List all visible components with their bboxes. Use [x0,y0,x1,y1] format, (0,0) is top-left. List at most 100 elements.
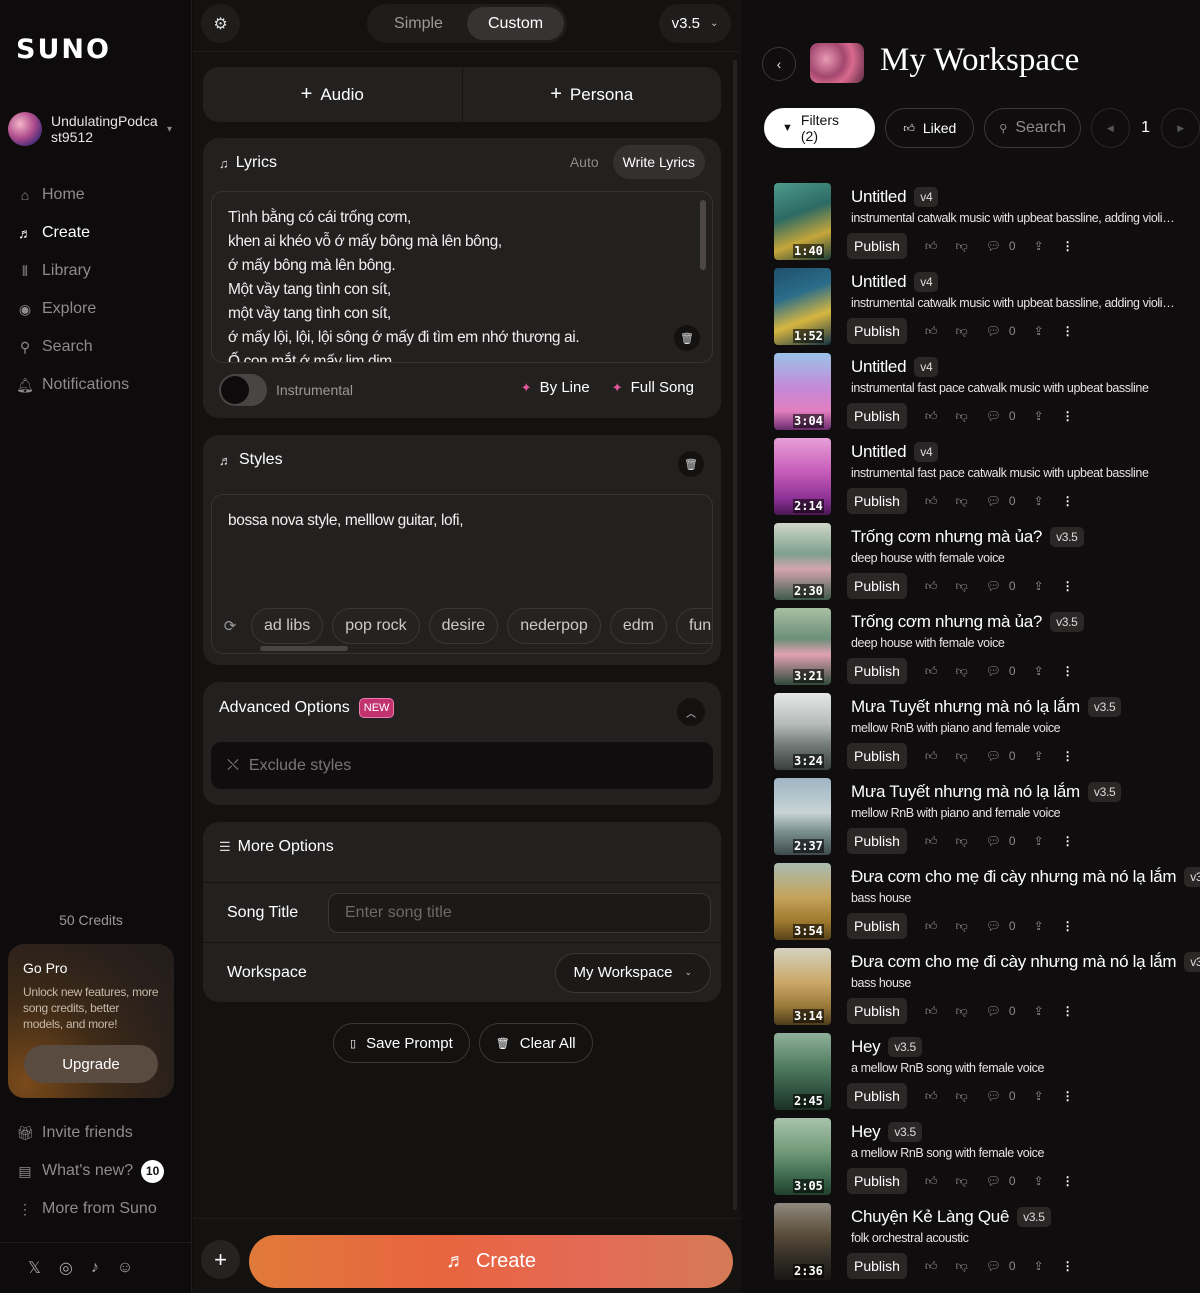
upgrade-button[interactable]: Upgrade [24,1045,158,1083]
song-row[interactable]: 2:37 Mưa Tuyết nhưng mà nó lạ lắm v3.5 mell… [774,778,1194,863]
publish-button[interactable]: Publish [847,573,907,599]
publish-button[interactable]: Publish [847,658,907,684]
comment-icon[interactable]: 💬︎ [986,1004,1001,1018]
song-title[interactable]: Mưa Tuyết nhưng mà nó lạ lắm v3.5 [851,782,1122,802]
trash-icon[interactable]: 🗑︎ [674,325,700,351]
comment-icon[interactable]: 💬︎ [986,1089,1001,1103]
add-persona-button[interactable]: + Persona [461,67,722,122]
style-tag[interactable]: ad libs [251,608,324,644]
add-audio-button[interactable]: + Audio [203,67,462,122]
song-cover[interactable]: 1:40 [774,183,831,260]
clear-all-button[interactable]: 🗑︎ Clear All [478,1023,593,1063]
song-row[interactable]: 2:36 Chuyện Kẻ Làng Quê v3.5 folk orchestra… [774,1203,1194,1288]
sidebar-item-more[interactable]: ⋮ More from Suno [16,1190,184,1228]
more-options-icon[interactable]: ⋮ [1062,834,1074,848]
share-icon[interactable]: ⇪ [1034,409,1044,423]
song-title[interactable]: Chuyện Kẻ Làng Quê v3.5 [851,1207,1051,1227]
song-title[interactable]: Đưa cơm cho mẹ đi cày nhưng mà nó lạ lắm… [851,952,1200,972]
publish-button[interactable]: Publish [847,318,907,344]
model-version-select[interactable]: v3.5 ⌄ [659,4,731,43]
song-row[interactable]: 3:24 Mưa Tuyết nhưng mà nó lạ lắm v3.5 mell… [774,693,1194,778]
publish-button[interactable]: Publish [847,1168,907,1194]
song-row[interactable]: 2:14 Untitled v4 instrumental fast pace cat… [774,438,1194,523]
lyrics-scrollbar[interactable]: ▲ [700,196,708,358]
workspace-select[interactable]: My Workspace ⌄ [554,952,711,993]
style-tag[interactable]: desire [428,608,499,644]
thumbs-down-icon[interactable]: 👎︎ [955,409,967,424]
song-title[interactable]: Trống cơm nhưng mà ủa? v3.5 [851,612,1084,632]
more-options-icon[interactable]: ⋮ [1062,1259,1074,1273]
style-tag[interactable]: edm [609,608,667,644]
comment-icon[interactable]: 💬︎ [986,919,1001,933]
publish-button[interactable]: Publish [847,488,907,514]
x-icon[interactable]: 𝕏 [28,1258,41,1278]
song-cover[interactable]: 2:30 [774,523,831,600]
style-tag[interactable]: nederpop [507,608,601,644]
more-options-icon[interactable]: ⋮ [1062,239,1074,253]
song-row[interactable]: 3:04 Untitled v4 instrumental fast pace cat… [774,353,1194,438]
song-cover[interactable]: 3:21 [774,608,831,685]
song-title[interactable]: Untitled v4 [851,442,939,462]
share-icon[interactable]: ⇪ [1034,1259,1044,1273]
thumbs-up-icon[interactable]: 👍︎ [925,664,938,679]
advanced-header[interactable]: Advanced Options NEW [219,698,395,718]
song-title[interactable]: Đưa cơm cho mẹ đi cày nhưng mà nó lạ lắm… [851,867,1200,887]
share-icon[interactable]: ⇪ [1034,1004,1044,1018]
song-row[interactable]: 3:21 Trống cơm nhưng mà ủa? v3.5 deep house… [774,608,1194,693]
suno-logo[interactable]: SUNO [16,34,111,65]
search-input[interactable]: ⚲ Search [984,108,1082,148]
full-song-button[interactable]: ✦ Full Song [612,379,694,396]
mode-simple[interactable]: Simple [370,7,467,40]
thumbs-up-icon[interactable]: 👍︎ [925,239,938,254]
thumbs-up-icon[interactable]: 👍︎ [925,1174,938,1189]
publish-button[interactable]: Publish [847,828,907,854]
more-options-icon[interactable]: ⋮ [1062,1004,1074,1018]
share-icon[interactable]: ⇪ [1034,834,1044,848]
song-title-input[interactable]: Enter song title [328,892,711,933]
sidebar-item-notifications[interactable]: 🔔︎ Notifications [16,366,184,404]
prev-page-icon[interactable]: ◀ [1091,108,1130,148]
song-cover[interactable]: 3:04 [774,353,831,430]
more-options-icon[interactable]: ⋮ [1062,749,1074,763]
thumbs-down-icon[interactable]: 👎︎ [955,494,967,509]
tiktok-icon[interactable]: ♪ [91,1259,99,1277]
comment-icon[interactable]: 💬︎ [986,324,1001,338]
publish-button[interactable]: Publish [847,233,907,259]
share-icon[interactable]: ⇪ [1034,324,1044,338]
save-prompt-button[interactable]: ▯ Save Prompt [333,1023,470,1063]
song-cover[interactable]: 3:14 [774,948,831,1025]
publish-button[interactable]: Publish [847,1253,907,1279]
song-cover[interactable]: 3:05 [774,1118,831,1195]
thumbs-down-icon[interactable]: 👎︎ [955,834,967,849]
thumbs-up-icon[interactable]: 👍︎ [925,1259,938,1274]
comment-icon[interactable]: 💬︎ [986,579,1001,593]
more-options-icon[interactable]: ⋮ [1062,1089,1074,1103]
share-icon[interactable]: ⇪ [1034,749,1044,763]
share-icon[interactable]: ⇪ [1034,664,1044,678]
sidebar-item-create[interactable]: ♬ Create [16,214,184,252]
share-icon[interactable]: ⇪ [1034,239,1044,253]
sidebar-item-gift[interactable]: 🎁︎ Invite friends [16,1114,184,1152]
song-row[interactable]: 2:30 Trống cơm nhưng mà ủa? v3.5 deep house… [774,523,1194,608]
tab-auto[interactable]: Auto [560,145,609,179]
styles-input[interactable]: bossa nova style, melllow guitar, lofi, … [211,494,713,654]
thumbs-up-icon[interactable]: 👍︎ [925,1004,938,1019]
comment-icon[interactable]: 💬︎ [986,239,1001,253]
song-title[interactable]: Untitled v4 [851,357,939,377]
publish-button[interactable]: Publish [847,998,907,1024]
share-icon[interactable]: ⇪ [1034,494,1044,508]
lyrics-textarea[interactable]: Tình bằng có cái trống cơm, khen ai khéo … [211,191,713,363]
comment-icon[interactable]: 💬︎ [986,494,1001,508]
back-arrow-icon[interactable]: ‹ [762,47,796,81]
refresh-icon[interactable]: ⟳ [218,617,242,635]
instagram-icon[interactable]: ◎ [59,1258,73,1278]
create-button[interactable]: ♬ Create [249,1235,733,1288]
thumbs-down-icon[interactable]: 👎︎ [955,1259,967,1274]
liked-button[interactable]: 👍︎ Liked [885,108,975,148]
song-title[interactable]: Untitled v4 [851,187,939,207]
sidebar-item-library[interactable]: ⦀ Library [16,252,184,290]
exclude-styles-input[interactable]: ⛌ Exclude styles [211,742,713,789]
thumbs-down-icon[interactable]: 👎︎ [955,579,967,594]
thumbs-up-icon[interactable]: 👍︎ [925,749,938,764]
thumbs-up-icon[interactable]: 👍︎ [925,324,938,339]
